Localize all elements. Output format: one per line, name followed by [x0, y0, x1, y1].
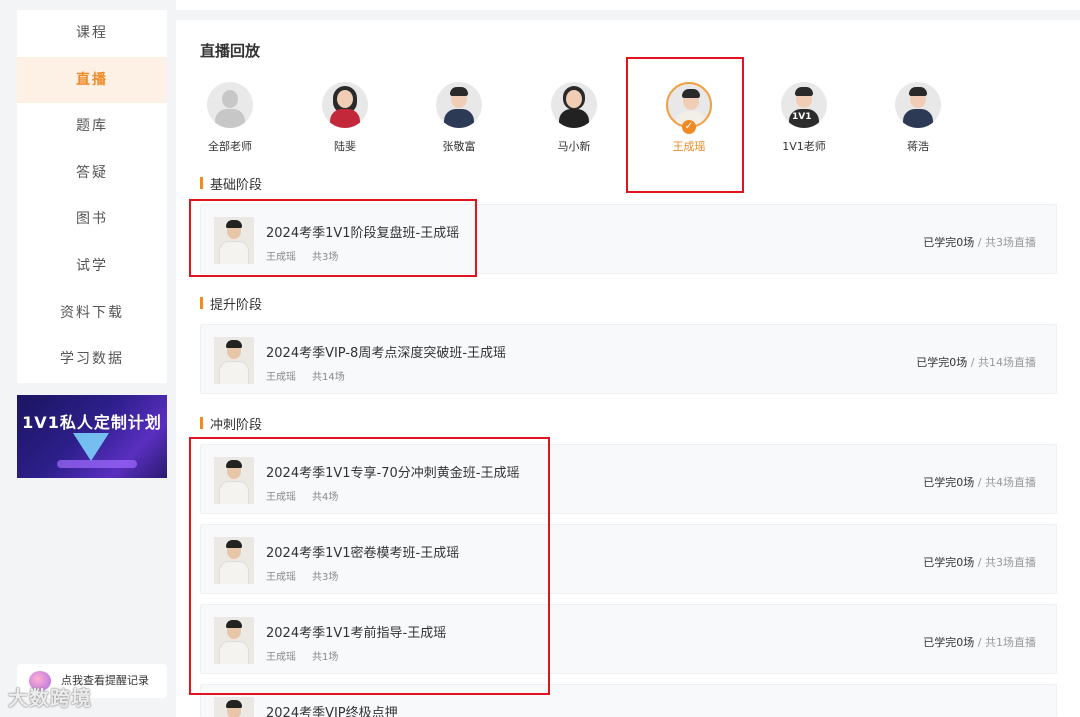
progress-total: / 共3场直播: [977, 236, 1036, 249]
course-count: 共14场: [312, 372, 345, 383]
teacher-filter-maxiaoxin[interactable]: 马小新: [529, 82, 619, 154]
progress-total: / 共4场直播: [977, 476, 1036, 489]
sidebar-item-qa[interactable]: 答疑: [17, 150, 167, 197]
course-meta: 王成瑶 共14场: [266, 368, 345, 383]
avatar: [551, 82, 597, 128]
avatar: [322, 82, 368, 128]
watermark: 大数跨境: [8, 686, 92, 710]
course-teacher: 王成瑶: [266, 652, 296, 663]
progress-total: / 共14场直播: [970, 356, 1036, 369]
course-title: 2024考季1V1密卷模考班-王成瑶: [266, 546, 460, 561]
course-meta: 王成瑶 共3场: [266, 248, 338, 263]
section-title: 冲刺阶段: [200, 414, 262, 433]
course-card[interactable]: 2024考季VIP-8周考点深度突破班-王成瑶 王成瑶 共14场 已学完0场 / …: [200, 324, 1057, 394]
progress-done: 已学完0场: [923, 236, 975, 249]
banner-decoration: [57, 459, 137, 468]
course-title: 2024考季1V1考前指导-王成瑶: [266, 626, 447, 641]
teacher-filter-wangchengyao[interactable]: ✓ 王成瑶: [644, 82, 734, 154]
avatar: [436, 82, 482, 128]
sidebar-item-course[interactable]: 课程: [17, 10, 167, 57]
course-thumbnail: [214, 457, 254, 504]
teacher-filter-all[interactable]: 全部老师: [185, 82, 275, 154]
banner-title: 1V1私人定制计划: [22, 412, 162, 432]
avatar: [207, 82, 253, 128]
course-title: 2024考季VIP-8周考点深度突破班-王成瑶: [266, 346, 507, 361]
course-count: 共3场: [312, 252, 339, 263]
progress-done: 已学完0场: [923, 636, 975, 649]
teacher-filter-jianghao[interactable]: 蒋浩: [873, 82, 963, 154]
course-progress: 已学完0场 / 共14场直播: [916, 354, 1036, 370]
course-title: 2024考季VIP终极点押: [266, 706, 398, 717]
teacher-name: 张敬富: [442, 140, 476, 153]
main-panel: 直播回放 全部老师 陆斐 张敬富 马小新 ✓ 王成瑶 1V1 1V1老师 蒋浩 …: [176, 20, 1080, 717]
progress-done: 已学完0场: [916, 356, 968, 369]
progress-done: 已学完0场: [923, 556, 975, 569]
teacher-filter-1v1[interactable]: 1V1 1V1老师: [759, 82, 849, 154]
teacher-filter-lufei[interactable]: 陆斐: [300, 82, 390, 154]
teacher-name: 蒋浩: [907, 140, 929, 153]
teacher-name: 全部老师: [208, 140, 252, 153]
progress-total: / 共3场直播: [977, 556, 1036, 569]
course-card[interactable]: 2024考季1V1阶段复盘班-王成瑶 王成瑶 共3场 已学完0场 / 共3场直播: [200, 204, 1057, 274]
course-progress: 已学完0场 / 共3场直播: [923, 554, 1036, 570]
course-card[interactable]: 2024考季VIP终极点押: [200, 684, 1057, 717]
avatar: [895, 82, 941, 128]
course-progress: 已学完0场 / 共4场直播: [923, 474, 1036, 490]
teacher-name: 陆斐: [334, 140, 356, 153]
course-card[interactable]: 2024考季1V1密卷模考班-王成瑶 王成瑶 共3场 已学完0场 / 共3场直播: [200, 524, 1057, 594]
sidebar: 课程 直播 题库 答疑 图书 试学 资料下载 学习数据 1V1私人定制计划: [17, 10, 167, 478]
course-thumbnail: [214, 537, 254, 584]
course-card[interactable]: 2024考季1V1专享-70分冲刺黄金班-王成瑶 王成瑶 共4场 已学完0场 / …: [200, 444, 1057, 514]
course-count: 共1场: [312, 652, 339, 663]
course-thumbnail: [214, 337, 254, 384]
course-thumbnail: [214, 617, 254, 664]
sidebar-menu: 课程 直播 题库 答疑 图书 试学 资料下载 学习数据: [17, 10, 167, 383]
section-title: 提升阶段: [200, 294, 262, 313]
teacher-filter-zhangjingfu[interactable]: 张敬富: [414, 82, 504, 154]
page-title: 直播回放: [200, 42, 261, 60]
progress-done: 已学完0场: [923, 476, 975, 489]
course-meta: 王成瑶 共4场: [266, 488, 338, 503]
top-bar: [176, 0, 1080, 10]
progress-total: / 共1场直播: [977, 636, 1036, 649]
course-meta: 王成瑶 共1场: [266, 648, 338, 663]
course-teacher: 王成瑶: [266, 252, 296, 263]
sidebar-item-downloads[interactable]: 资料下载: [17, 290, 167, 337]
avatar: 1V1: [781, 82, 827, 128]
check-icon: ✓: [682, 120, 696, 134]
course-teacher: 王成瑶: [266, 572, 296, 583]
course-count: 共3场: [312, 572, 339, 583]
course-card[interactable]: 2024考季1V1考前指导-王成瑶 王成瑶 共1场 已学完0场 / 共1场直播: [200, 604, 1057, 674]
course-title: 2024考季1V1阶段复盘班-王成瑶: [266, 226, 460, 241]
sidebar-item-live[interactable]: 直播: [17, 56, 167, 104]
course-title: 2024考季1V1专享-70分冲刺黄金班-王成瑶: [266, 466, 520, 481]
course-count: 共4场: [312, 492, 339, 503]
teacher-name: 王成瑶: [672, 140, 706, 153]
sidebar-item-trial[interactable]: 试学: [17, 243, 167, 290]
section-title: 基础阶段: [200, 174, 262, 193]
course-thumbnail: [214, 217, 254, 264]
promo-banner[interactable]: 1V1私人定制计划: [17, 394, 167, 478]
diamond-icon: [73, 432, 109, 461]
v1-badge: 1V1: [792, 112, 812, 122]
course-thumbnail: [214, 697, 254, 717]
course-progress: 已学完0场 / 共1场直播: [923, 634, 1036, 650]
teacher-name: 马小新: [557, 140, 591, 153]
sidebar-item-study-data[interactable]: 学习数据: [17, 336, 167, 383]
sidebar-item-question-bank[interactable]: 题库: [17, 103, 167, 150]
course-meta: 王成瑶 共3场: [266, 568, 338, 583]
course-teacher: 王成瑶: [266, 372, 296, 383]
teacher-name: 1V1老师: [782, 140, 826, 153]
course-teacher: 王成瑶: [266, 492, 296, 503]
course-progress: 已学完0场 / 共3场直播: [923, 234, 1036, 250]
sidebar-item-books[interactable]: 图书: [17, 196, 167, 243]
